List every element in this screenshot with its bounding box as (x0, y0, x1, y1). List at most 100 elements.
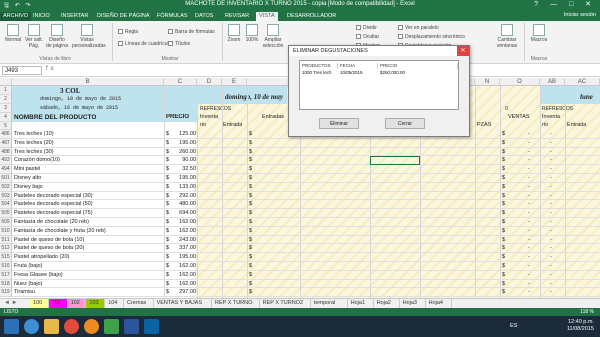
product-name-cell[interactable]: Tres leches (20) (14, 140, 164, 146)
empty-value-cell[interactable]: - (528, 219, 530, 225)
zoom-level[interactable]: 118 % (580, 308, 594, 316)
maximize-button[interactable]: □ (569, 1, 578, 8)
empty-value-cell[interactable]: - (550, 166, 552, 172)
sheet-tab[interactable]: 102 (67, 299, 87, 308)
sheet-tab[interactable]: 100 (30, 299, 49, 308)
sheet-tab[interactable]: REP X TURNO2 (260, 299, 311, 308)
select-all-corner[interactable] (0, 78, 12, 86)
empty-value-cell[interactable]: - (528, 281, 530, 287)
price-cell[interactable]: 694.00 (172, 210, 196, 216)
row-header[interactable]: 493 (0, 156, 12, 166)
price-cell[interactable]: 162.00 (172, 228, 196, 234)
product-name-cell[interactable]: Fantasía de chocolate (20 reb) (14, 219, 164, 225)
empty-value-cell[interactable]: - (550, 131, 552, 137)
language-indicator[interactable]: ES (510, 323, 517, 329)
product-name-cell[interactable]: Tres leches (30) (14, 149, 164, 155)
sheet-tab[interactable]: temporal (311, 299, 348, 308)
row-header[interactable]: 5 (0, 122, 12, 130)
selected-cell[interactable] (370, 156, 420, 166)
ruler-checkbox[interactable]: Regla (118, 29, 138, 35)
price-cell[interactable]: 260.00 (172, 149, 196, 155)
empty-value-cell[interactable]: - (550, 175, 552, 181)
formula-bar-checkbox[interactable]: Barra de fórmulas (168, 29, 215, 35)
empty-value-cell[interactable]: - (550, 272, 552, 278)
product-name-cell[interactable]: Pasteles decorado especial (75) (14, 210, 164, 216)
product-name-cell[interactable]: Mini pastel (14, 166, 164, 172)
empty-value-cell[interactable]: - (550, 254, 552, 260)
minimize-button[interactable]: — (550, 1, 562, 8)
price-cell[interactable]: 337.00 (172, 245, 196, 251)
price-cell[interactable]: 32.50 (172, 166, 196, 172)
price-cell[interactable]: 297.00 (172, 289, 196, 295)
row-header[interactable]: 487 (0, 138, 12, 148)
zoom-100-button[interactable]: 100% (244, 24, 260, 43)
gridlines-checkbox[interactable]: Líneas de cuadrícula (118, 41, 171, 47)
sheet-tab[interactable]: Hoja3 (400, 299, 426, 308)
media-icon[interactable] (84, 319, 99, 334)
row-header[interactable]: 515 (0, 253, 12, 262)
empty-value-cell[interactable]: - (550, 157, 552, 163)
page-break-view-button[interactable]: Ver salt. Pág. (24, 24, 44, 49)
row-header[interactable]: 486 (0, 130, 12, 139)
product-name-cell[interactable]: Fruta (bajo) (14, 263, 164, 269)
normal-view-button[interactable]: Normal (4, 24, 22, 43)
price-cell[interactable]: 195.00 (172, 175, 196, 181)
side-by-side-button[interactable]: Ver en paralelo (398, 25, 439, 31)
price-cell[interactable]: 480.00 (172, 201, 196, 207)
row-header[interactable]: 502 (0, 182, 12, 192)
explorer-icon[interactable] (44, 319, 59, 334)
product-name-cell[interactable]: Pasteles decorado especial (30) (14, 193, 164, 199)
empty-value-cell[interactable]: - (550, 219, 552, 225)
column-header-n[interactable]: N (475, 78, 500, 86)
row-header[interactable]: 511 (0, 235, 12, 245)
empty-value-cell[interactable]: - (528, 149, 530, 155)
empty-value-cell[interactable]: - (528, 272, 530, 278)
tab-inicio[interactable]: INICIO (30, 12, 53, 21)
product-name-cell[interactable]: Pastel de queso de bola (20) (14, 245, 164, 251)
tab-insertar[interactable]: INSERTAR (58, 12, 91, 21)
product-name-cell[interactable]: Pasteles decorado especial (50) (14, 201, 164, 207)
product-name-cell[interactable]: Pastel de queso de bola (10) (14, 237, 164, 243)
product-name-cell[interactable]: Tres leches (10) (14, 131, 164, 137)
empty-value-cell[interactable]: - (550, 245, 552, 251)
sync-scroll-button[interactable]: Desplazamiento sincrónico (398, 34, 465, 40)
tab-formulas[interactable]: FÓRMULAS (154, 12, 191, 21)
sheet-tab[interactable]: Hoja4 (426, 299, 452, 308)
product-name-cell[interactable]: Nuez (bajo) (14, 281, 164, 287)
empty-value-cell[interactable]: - (528, 201, 530, 207)
split-button[interactable]: Dividir (356, 25, 377, 31)
column-header-d[interactable]: D (197, 78, 222, 86)
sheet-tab[interactable]: REP X TURNO (212, 299, 260, 308)
row-header[interactable]: 510 (0, 226, 12, 236)
empty-value-cell[interactable]: - (550, 140, 552, 146)
empty-value-cell[interactable]: - (528, 228, 530, 234)
switch-windows-button[interactable]: Cambiar ventanas (494, 24, 520, 49)
price-cell[interactable]: 292.00 (172, 193, 196, 199)
ie-icon[interactable] (24, 319, 39, 334)
empty-value-cell[interactable]: - (528, 245, 530, 251)
excel-icon[interactable] (104, 319, 119, 334)
column-header-ac[interactable]: AC (565, 78, 600, 86)
page-layout-button[interactable]: Diseño de página (46, 24, 68, 49)
degustaciones-list[interactable]: PRODUCTOS FECHA PRECIO 1000 Tres lech 10… (299, 60, 459, 110)
empty-value-cell[interactable]: - (528, 289, 530, 295)
empty-value-cell[interactable]: - (550, 237, 552, 243)
hide-button[interactable]: Ocultar (356, 34, 379, 40)
product-name-cell[interactable]: Fresa Glasee (bajo) (14, 272, 164, 278)
tab-revisar[interactable]: REVISAR (222, 12, 252, 21)
row-header[interactable]: 2 (0, 95, 12, 104)
system-clock[interactable]: 12:40 p.m. 11/08/2015 (567, 319, 594, 333)
empty-value-cell[interactable]: - (528, 210, 530, 216)
price-cell[interactable]: 162.00 (172, 281, 196, 287)
cerrar-button[interactable]: Cerrar (385, 118, 425, 129)
empty-value-cell[interactable]: - (550, 193, 552, 199)
outlook-icon[interactable] (144, 319, 159, 334)
row-header[interactable]: 505 (0, 209, 12, 218)
help-button[interactable]: ? (534, 1, 543, 8)
row-header[interactable]: 512 (0, 244, 12, 254)
close-window-button[interactable]: ✕ (585, 1, 596, 8)
price-cell[interactable]: 162.00 (172, 219, 196, 225)
empty-value-cell[interactable]: - (528, 263, 530, 269)
row-header[interactable]: 1 (0, 86, 12, 95)
empty-value-cell[interactable]: - (550, 228, 552, 234)
